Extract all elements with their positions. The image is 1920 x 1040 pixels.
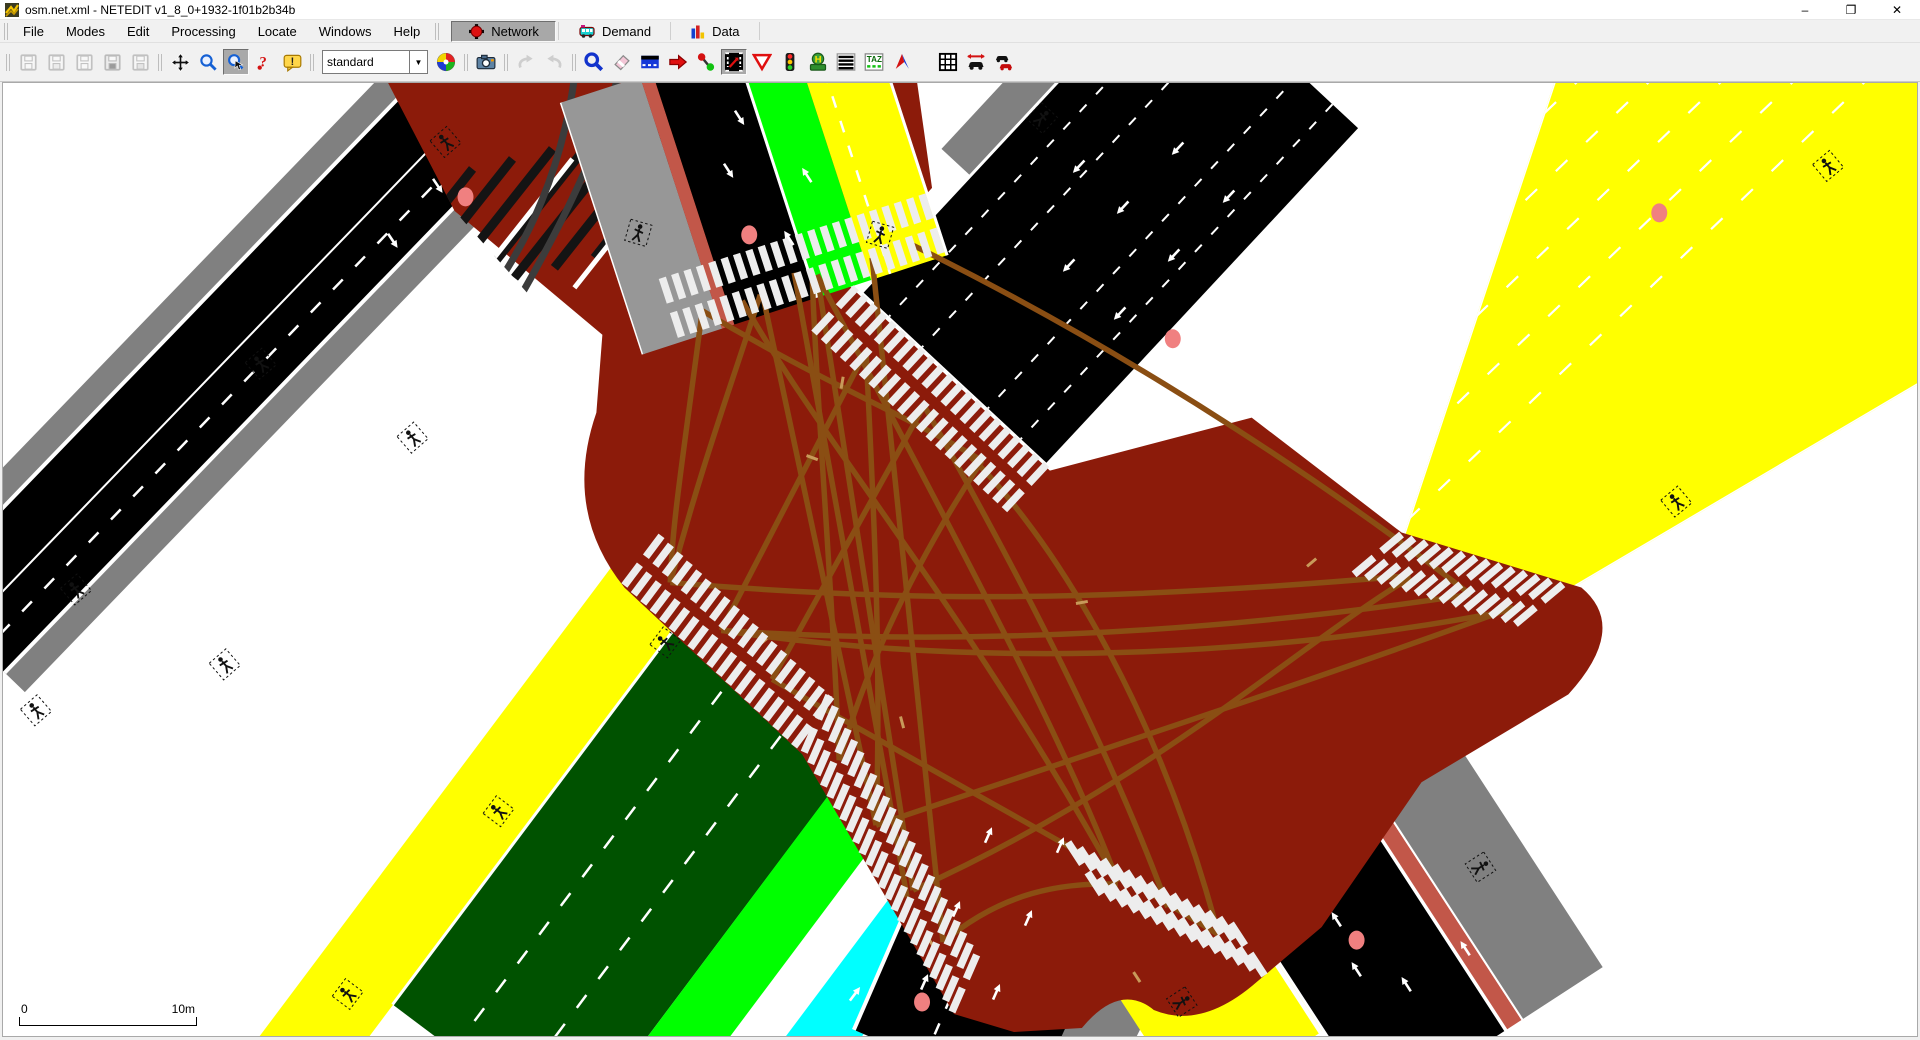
svg-text:!: ! [290, 56, 294, 68]
taz-mode-button[interactable]: TAZ [861, 49, 887, 75]
toolbar-grip [435, 22, 440, 40]
magnifier-icon [199, 53, 217, 71]
menu-help[interactable]: Help [383, 22, 432, 41]
car-arrows-icon [967, 53, 985, 70]
camera-icon [476, 54, 496, 70]
undo-arrow-icon [518, 54, 533, 69]
magnifier-cursor-icon [227, 53, 243, 70]
crossing-mode-button[interactable] [833, 49, 859, 75]
tab-demand[interactable]: Demand [561, 21, 668, 42]
svg-text:H: H [815, 54, 822, 64]
zoom-cursor-button[interactable] [223, 49, 249, 75]
bar-chart-icon [691, 25, 705, 38]
yield-triangle-icon [752, 53, 772, 72]
grid-toggle-button[interactable] [935, 49, 961, 75]
spread-vehicles-button[interactable] [963, 49, 989, 75]
two-cars-icon [995, 56, 1013, 71]
move-mode-button[interactable] [665, 49, 691, 75]
scale-end: 10m [171, 1002, 195, 1016]
red-question-icon: ? [257, 55, 267, 71]
eraser-icon [614, 54, 630, 71]
taz-icon: TAZ [864, 53, 884, 71]
toolbar: ? ! standard ▼ H TAZ [0, 43, 1920, 82]
save-network-button[interactable] [15, 49, 41, 75]
connection-mode-button[interactable] [721, 49, 747, 75]
junction-dot[interactable] [457, 187, 474, 207]
traffic-light-icon [785, 53, 795, 71]
red-arrow-icon [669, 54, 688, 70]
network-view[interactable] [3, 83, 1917, 1036]
save-tls-button[interactable] [127, 49, 153, 75]
color-wheel-button[interactable] [433, 49, 459, 75]
inspect-mode-button[interactable] [581, 49, 607, 75]
junction-dot[interactable] [1651, 203, 1668, 223]
inspect-magnifier-icon [584, 52, 604, 72]
svg-text:TAZ: TAZ [867, 55, 882, 64]
redo-arrow-icon [547, 54, 562, 69]
zebra-crossing-icon [836, 53, 856, 71]
prohibition-mode-button[interactable] [749, 49, 775, 75]
scale-bracket [19, 1017, 197, 1026]
tab-network[interactable]: Network [451, 20, 556, 42]
bus-icon [579, 24, 595, 38]
show-demand-button[interactable] [991, 49, 1017, 75]
menu-modes[interactable]: Modes [55, 22, 116, 41]
message-bubble-button[interactable]: ! [279, 49, 305, 75]
warning-bubble-icon: ! [283, 54, 301, 72]
scale-bar: 0 10m [19, 1002, 197, 1026]
junction-dot[interactable] [741, 225, 758, 245]
scale-start: 0 [21, 1002, 28, 1016]
create-edge-mode-button[interactable] [693, 49, 719, 75]
supermode-tabs: Network Demand Data [451, 20, 761, 42]
junction-dot[interactable] [914, 992, 931, 1012]
save-demand-button[interactable] [71, 49, 97, 75]
title-bar: osm.net.xml - NETEDIT v1_8_0+1932-1f01b2… [0, 0, 1920, 20]
redo-button[interactable] [541, 49, 567, 75]
coloring-scheme-value[interactable]: standard [322, 50, 410, 74]
lane-select-icon [641, 55, 659, 69]
select-mode-button[interactable] [637, 49, 663, 75]
snapshot-button[interactable] [473, 49, 499, 75]
close-button[interactable]: ✕ [1874, 0, 1920, 19]
delete-mode-button[interactable] [609, 49, 635, 75]
junction-dot[interactable] [1348, 930, 1365, 950]
junction-dot[interactable] [1164, 329, 1181, 349]
connection-icon [725, 52, 743, 72]
menu-windows[interactable]: Windows [308, 22, 383, 41]
create-edge-icon [697, 53, 715, 71]
menu-bar: File Modes Edit Processing Locate Window… [0, 20, 1920, 43]
network-junction-icon [469, 23, 485, 39]
grid-icon [938, 52, 958, 72]
undo-button[interactable] [513, 49, 539, 75]
save-data-button[interactable] [99, 49, 125, 75]
question-button[interactable]: ? [251, 49, 277, 75]
network-canvas[interactable]: 0 10m [2, 82, 1918, 1037]
traffic-light-mode-button[interactable] [777, 49, 803, 75]
move-view-button[interactable] [167, 49, 193, 75]
move-cross-icon [170, 52, 190, 72]
minimize-button[interactable]: – [1782, 0, 1828, 19]
shape-mode-button[interactable] [889, 49, 915, 75]
menu-edit[interactable]: Edit [116, 22, 160, 41]
app-icon [5, 2, 19, 17]
bus-stop-icon: H [809, 52, 827, 71]
window-title: osm.net.xml - NETEDIT v1_8_0+1932-1f01b2… [25, 2, 296, 17]
zoom-button[interactable] [195, 49, 221, 75]
poi-shape-icon [895, 53, 909, 69]
menu-processing[interactable]: Processing [160, 22, 246, 41]
restore-button[interactable]: ❐ [1828, 0, 1874, 19]
menu-locate[interactable]: Locate [247, 22, 308, 41]
toolbar-grip [4, 22, 8, 40]
tab-data[interactable]: Data [673, 21, 756, 42]
chevron-down-icon[interactable]: ▼ [410, 50, 428, 74]
color-wheel-icon [436, 52, 456, 72]
menu-file[interactable]: File [12, 22, 55, 41]
additional-mode-button[interactable]: H [805, 49, 831, 75]
coloring-scheme-combo[interactable]: standard ▼ [322, 50, 428, 74]
save-additionals-button[interactable] [43, 49, 69, 75]
